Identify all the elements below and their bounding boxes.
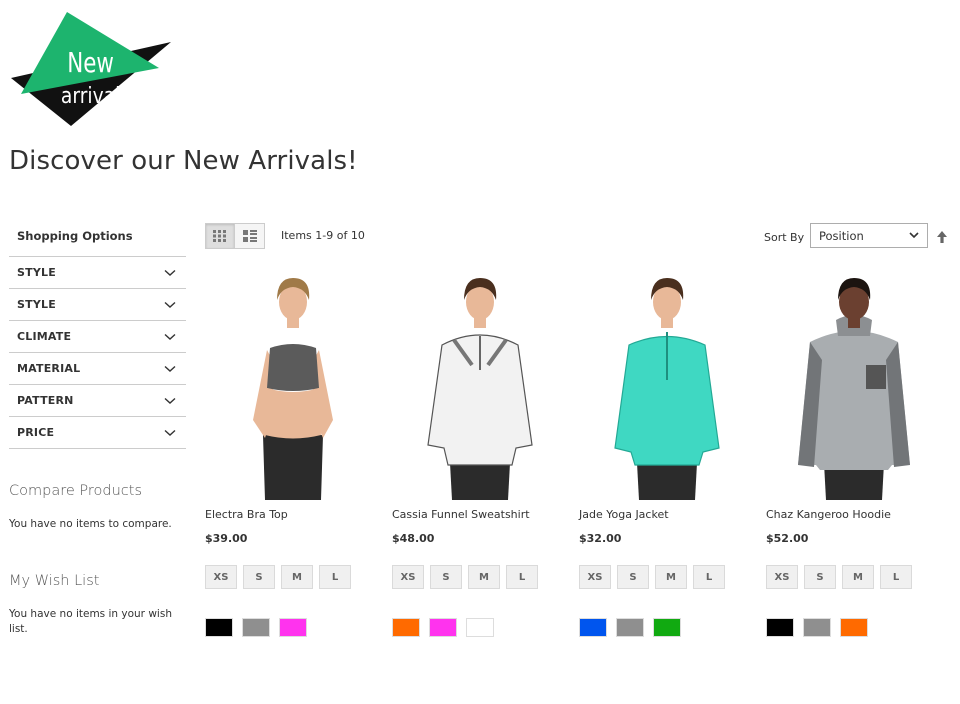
product-image[interactable] bbox=[205, 270, 381, 500]
filter-climate[interactable]: CLIMATE bbox=[9, 321, 186, 353]
page-title: Discover our New Arrivals! bbox=[9, 146, 358, 176]
size-option-l[interactable]: L bbox=[506, 565, 538, 589]
product-image[interactable] bbox=[766, 270, 942, 500]
product-card: Jade Yoga Jacket $32.00 XS S M L bbox=[579, 270, 755, 637]
color-swatch[interactable] bbox=[242, 618, 270, 637]
size-option-m[interactable]: M bbox=[468, 565, 500, 589]
sidebar: Shopping Options STYLE STYLE CLIMATE MATERI… bbox=[9, 222, 186, 637]
size-option-s[interactable]: S bbox=[804, 565, 836, 589]
filter-label: STYLE bbox=[17, 298, 56, 311]
size-option-s[interactable]: S bbox=[243, 565, 275, 589]
size-options: XS S M L bbox=[205, 565, 381, 589]
wishlist-empty-message: You have no items in your wish list. bbox=[9, 608, 172, 635]
grid-icon bbox=[213, 230, 226, 242]
product-card: Chaz Kangeroo Hoodie $52.00 XS S M L bbox=[766, 270, 942, 637]
product-name[interactable]: Cassia Funnel Sweatshirt bbox=[392, 508, 568, 522]
size-option-m[interactable]: M bbox=[842, 565, 874, 589]
color-swatch[interactable] bbox=[466, 618, 494, 637]
color-swatch[interactable] bbox=[279, 618, 307, 637]
color-swatch[interactable] bbox=[579, 618, 607, 637]
color-swatch[interactable] bbox=[616, 618, 644, 637]
product-price: $52.00 bbox=[766, 532, 809, 545]
chevron-down-icon bbox=[909, 232, 919, 239]
grid-view-button[interactable] bbox=[205, 223, 235, 249]
size-options: XS S M L bbox=[392, 565, 568, 589]
size-option-m[interactable]: M bbox=[655, 565, 687, 589]
shopping-options-title: Shopping Options bbox=[9, 222, 186, 257]
chevron-down-icon bbox=[164, 333, 176, 340]
filter-pattern[interactable]: PATTERN bbox=[9, 385, 186, 417]
logo-line2: arrival bbox=[61, 83, 120, 109]
color-swatch[interactable] bbox=[803, 618, 831, 637]
size-option-l[interactable]: L bbox=[693, 565, 725, 589]
new-arrival-logo: New arrival bbox=[11, 12, 171, 126]
filter-label: PRICE bbox=[17, 426, 55, 439]
size-option-s[interactable]: S bbox=[617, 565, 649, 589]
color-swatch[interactable] bbox=[205, 618, 233, 637]
arrow-up-icon[interactable] bbox=[935, 230, 949, 244]
chevron-down-icon bbox=[164, 269, 176, 276]
size-option-xs[interactable]: XS bbox=[205, 565, 237, 589]
chevron-down-icon bbox=[164, 429, 176, 436]
sort-by-select[interactable]: Position bbox=[810, 223, 928, 248]
view-mode-switcher bbox=[205, 223, 265, 249]
size-option-l[interactable]: L bbox=[880, 565, 912, 589]
color-options bbox=[392, 618, 568, 637]
filter-material[interactable]: MATERIAL bbox=[9, 353, 186, 385]
compare-empty-message: You have no items to compare. bbox=[9, 518, 172, 530]
color-swatch[interactable] bbox=[840, 618, 868, 637]
product-image[interactable] bbox=[579, 270, 755, 500]
product-price: $39.00 bbox=[205, 532, 248, 545]
filter-label: PATTERN bbox=[17, 394, 74, 407]
filter-style[interactable]: STYLE bbox=[9, 289, 186, 321]
product-card: Electra Bra Top $39.00 XS S M L bbox=[205, 270, 381, 637]
size-option-xs[interactable]: XS bbox=[392, 565, 424, 589]
color-swatch[interactable] bbox=[653, 618, 681, 637]
list-icon bbox=[242, 230, 257, 242]
list-view-button[interactable] bbox=[235, 223, 265, 249]
filter-label: STYLE bbox=[17, 266, 56, 279]
compare-products-title: Compare Products bbox=[9, 483, 142, 499]
color-options bbox=[205, 618, 381, 637]
color-swatch[interactable] bbox=[429, 618, 457, 637]
filter-label: MATERIAL bbox=[17, 362, 81, 375]
size-option-s[interactable]: S bbox=[430, 565, 462, 589]
color-swatch[interactable] bbox=[766, 618, 794, 637]
sort-by-label: Sort By bbox=[764, 231, 805, 244]
color-options bbox=[766, 618, 942, 637]
product-name[interactable]: Electra Bra Top bbox=[205, 508, 381, 522]
chevron-down-icon bbox=[164, 301, 176, 308]
product-price: $32.00 bbox=[579, 532, 622, 545]
chevron-down-icon bbox=[164, 365, 176, 372]
logo-line1: New bbox=[67, 47, 114, 79]
sort-by-value: Position bbox=[819, 228, 864, 243]
product-price: $48.00 bbox=[392, 532, 435, 545]
size-options: XS S M L bbox=[766, 565, 942, 589]
items-count: Items 1-9 of 10 bbox=[281, 229, 365, 242]
filter-price[interactable]: PRICE bbox=[9, 417, 186, 449]
size-option-m[interactable]: M bbox=[281, 565, 313, 589]
size-options: XS S M L bbox=[579, 565, 755, 589]
color-options bbox=[579, 618, 755, 637]
wishlist-title: My Wish List bbox=[9, 573, 100, 589]
size-option-l[interactable]: L bbox=[319, 565, 351, 589]
product-name[interactable]: Chaz Kangeroo Hoodie bbox=[766, 508, 942, 522]
size-option-xs[interactable]: XS bbox=[579, 565, 611, 589]
product-image[interactable] bbox=[392, 270, 568, 500]
filter-label: CLIMATE bbox=[17, 330, 72, 343]
color-swatch[interactable] bbox=[392, 618, 420, 637]
size-option-xs[interactable]: XS bbox=[766, 565, 798, 589]
chevron-down-icon bbox=[164, 397, 176, 404]
product-card: Cassia Funnel Sweatshirt $48.00 XS S M L bbox=[392, 270, 568, 637]
filter-style[interactable]: STYLE bbox=[9, 257, 186, 289]
product-name[interactable]: Jade Yoga Jacket bbox=[579, 508, 755, 522]
